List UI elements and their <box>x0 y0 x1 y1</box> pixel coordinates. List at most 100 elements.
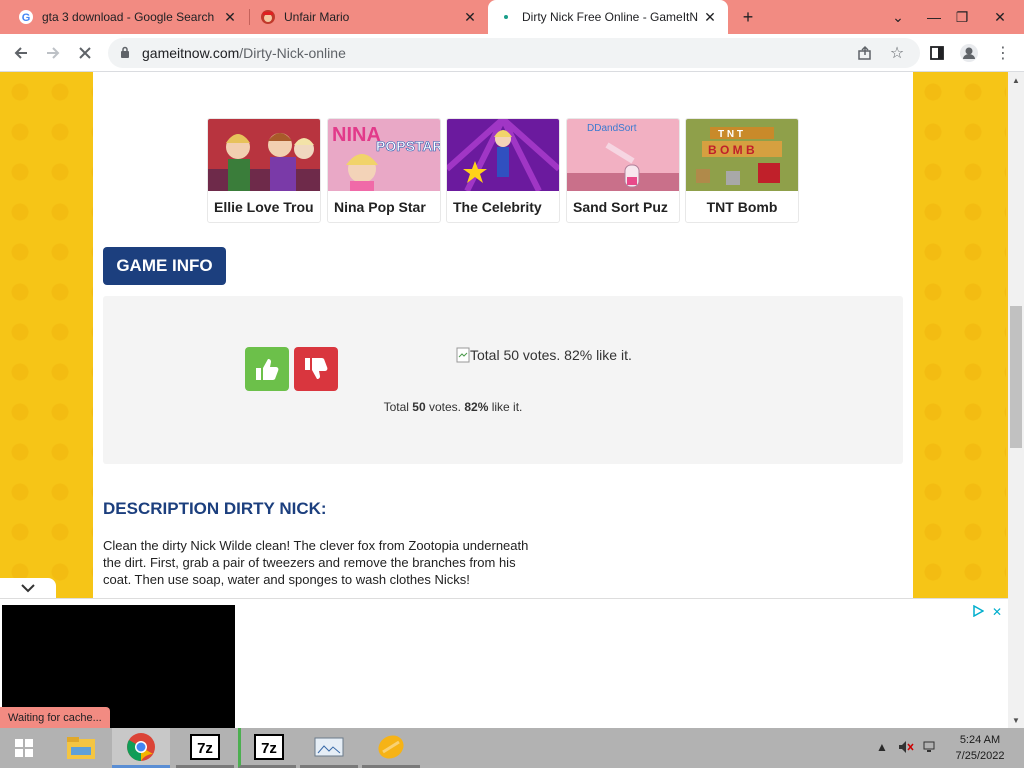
tab-title: Dirty Nick Free Online - GameItN <box>522 10 699 24</box>
svg-text:7z: 7z <box>261 740 277 757</box>
clock-date: 7/25/2022 <box>955 750 1005 762</box>
google-icon: G <box>18 9 34 25</box>
chevron-down-icon <box>21 584 35 593</box>
svg-text:G: G <box>22 12 31 24</box>
svg-text:B O M B: B O M B <box>708 143 755 157</box>
tab-search-icon[interactable]: ⌄ <box>880 0 916 34</box>
tab-unfair-mario[interactable]: Unfair Mario ✕ <box>250 0 488 34</box>
scrollbar-thumb[interactable] <box>1010 306 1022 448</box>
tab-google-search[interactable]: G gta 3 download - Google Search ✕ <box>8 0 248 34</box>
back-button[interactable] <box>6 38 36 68</box>
7zip-taskbar-icon[interactable]: 7z <box>176 728 234 768</box>
svg-text:NINA: NINA <box>332 124 381 146</box>
thumbs-down-button[interactable] <box>294 347 338 391</box>
description-text: Clean the dirty Nick Wilde clean! The cl… <box>103 538 529 587</box>
left-background-pattern <box>0 72 93 598</box>
profile-avatar[interactable] <box>954 38 984 68</box>
svg-text:T N T: T N T <box>718 129 743 140</box>
game-card-tnt-bomb[interactable]: T N T B O M B TNT Bomb <box>685 118 799 223</box>
restore-button[interactable]: ❐ <box>944 0 980 34</box>
scroll-up-arrow[interactable]: ▲ <box>1008 72 1024 88</box>
adchoices-icon[interactable] <box>972 604 985 620</box>
votes-middle: votes. <box>425 400 465 414</box>
game-card-nina-pop-star[interactable]: NINA POPSTAR Nina Pop Star <box>327 118 441 223</box>
share-icon[interactable] <box>850 38 880 68</box>
tab-strip: G gta 3 download - Google Search ✕ Unfai… <box>0 0 1024 34</box>
windows-taskbar: 7z 7z ▲ 5:24 AM 7/25/2022 <box>0 728 1024 768</box>
network-icon[interactable] <box>922 740 938 757</box>
votes-percent: 82% <box>464 400 489 414</box>
ad-banner: ✕ <box>0 598 1008 729</box>
lock-icon <box>120 45 134 61</box>
tab-title: Unfair Mario <box>284 10 350 24</box>
game-info-heading: GAME INFO <box>103 247 226 285</box>
windows-logo-icon <box>15 739 33 757</box>
loading-icon <box>498 9 514 25</box>
thumbs-up-icon <box>256 359 279 380</box>
votes-summary: Total 50 votes. 82% like it. <box>103 400 903 414</box>
description-heading: DESCRIPTION DIRTY NICK: <box>103 499 327 518</box>
right-background-pattern <box>913 72 1006 598</box>
browser-toolbar: gameitnow.com/Dirty-Nick-online ☆ ⋮ <box>0 34 1024 72</box>
close-tab-icon[interactable]: ✕ <box>462 9 478 26</box>
address-bar[interactable]: gameitnow.com/Dirty-Nick-online <box>108 38 920 68</box>
screenshot-tool-taskbar-icon[interactable] <box>300 728 358 768</box>
orange-app-taskbar-icon[interactable] <box>362 728 420 768</box>
svg-text:7z: 7z <box>197 740 213 757</box>
close-ad-icon[interactable]: ✕ <box>992 605 1002 620</box>
scroll-down-arrow[interactable]: ▼ <box>1008 712 1024 728</box>
game-title: Sand Sort Puz <box>573 199 668 215</box>
close-tab-icon[interactable]: ✕ <box>702 9 718 26</box>
votes-prefix: Total <box>383 400 413 414</box>
thumbs-down-icon <box>305 358 328 379</box>
rating-image-alt-text: Total 50 votes. 82% like it. <box>470 347 632 363</box>
game-card-the-celebrity[interactable]: The Celebrity <box>446 118 560 223</box>
status-bar: Waiting for cache... <box>0 707 110 728</box>
game-card-ellie-love-trouble[interactable]: Ellie Love Trou <box>207 118 321 223</box>
game-thumbnail <box>447 119 559 193</box>
game-thumbnail: NINA POPSTAR <box>328 119 440 191</box>
vertical-scrollbar[interactable]: ▲ ▼ <box>1008 72 1024 728</box>
thumbs-up-button[interactable] <box>245 347 289 391</box>
game-card-sand-sort-puzzle[interactable]: DDandSort Sand Sort Puz <box>566 118 680 223</box>
close-tab-icon[interactable]: ✕ <box>222 9 238 26</box>
file-explorer-taskbar-icon[interactable] <box>52 728 110 768</box>
svg-text:POPSTAR: POPSTAR <box>376 138 440 154</box>
volume-muted-icon[interactable] <box>898 740 914 757</box>
mario-icon <box>260 9 276 25</box>
votes-suffix: like it. <box>488 400 523 414</box>
stop-loading-button[interactable] <box>70 38 100 68</box>
game-thumbnail: T N T B O M B <box>686 119 798 191</box>
clock-time: 5:24 AM <box>959 734 1001 746</box>
ad-choices: ✕ <box>972 604 1002 620</box>
tab-dirty-nick[interactable]: Dirty Nick Free Online - GameItN ✕ <box>488 0 728 34</box>
side-panel-icon[interactable] <box>922 38 952 68</box>
windows-start-button[interactable] <box>0 728 48 768</box>
collapse-ad-button[interactable] <box>0 578 56 598</box>
game-title: The Celebrity <box>453 199 542 215</box>
game-title: Nina Pop Star <box>334 199 426 215</box>
menu-kebab-icon[interactable]: ⋮ <box>988 38 1018 68</box>
game-title: TNT Bomb <box>706 199 778 215</box>
svg-text:DDandSort: DDandSort <box>587 123 637 134</box>
url-path: /Dirty-Nick-online <box>239 45 346 61</box>
votes-count: 50 <box>412 400 426 414</box>
close-window-button[interactable]: ✕ <box>982 0 1018 34</box>
page-viewport: Ellie Love Trou NINA POPSTAR Nina Pop Sta… <box>0 72 1008 598</box>
bookmark-star-icon[interactable]: ☆ <box>882 38 912 68</box>
chrome-taskbar-icon[interactable] <box>112 728 170 768</box>
game-title: Ellie Love Trou <box>214 199 314 215</box>
broken-image-icon <box>456 347 470 363</box>
system-clock[interactable]: 5:24 AM 7/25/2022 <box>946 732 1014 764</box>
forward-button[interactable] <box>38 38 68 68</box>
vote-panel: Total 50 votes. 82% like it. Total 50 vo… <box>103 296 903 464</box>
game-thumbnail: DDandSort <box>567 119 679 191</box>
url-host: gameitnow.com <box>142 45 240 61</box>
main-content: Ellie Love Trou NINA POPSTAR Nina Pop Sta… <box>93 72 913 598</box>
new-tab-button[interactable]: + <box>730 0 766 34</box>
7zip-taskbar-icon-2[interactable]: 7z <box>238 728 296 768</box>
show-hidden-icons[interactable]: ▲ <box>876 740 888 754</box>
tab-title: gta 3 download - Google Search <box>42 10 215 24</box>
game-thumbnail <box>208 119 320 191</box>
rating-image-broken: Total 50 votes. 82% like it. <box>456 347 632 363</box>
